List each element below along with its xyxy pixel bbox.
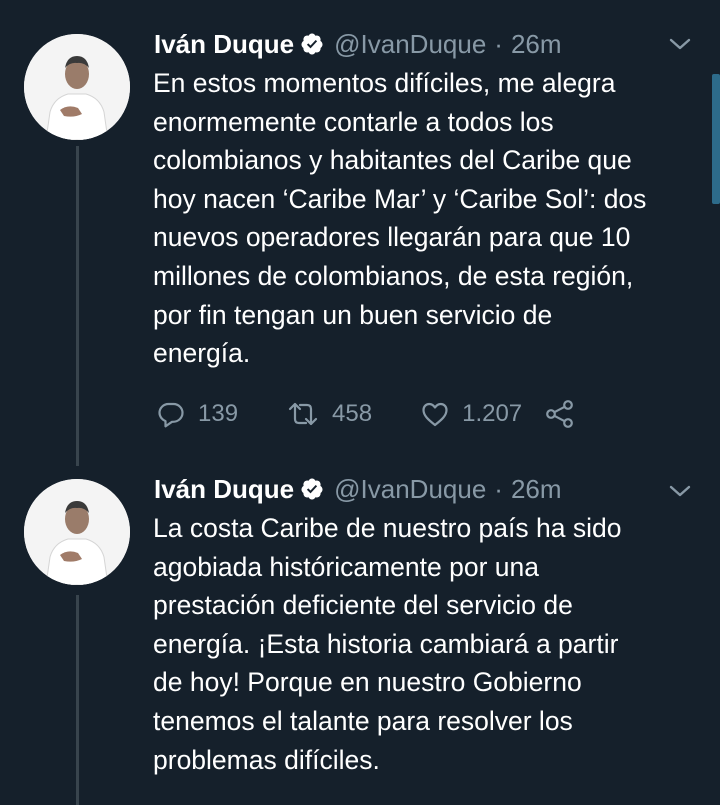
reply-count: 139: [198, 400, 239, 427]
like-button[interactable]: 1.207: [420, 399, 522, 429]
share-icon: [544, 398, 576, 430]
avatar[interactable]: [24, 479, 130, 585]
separator-dot: ·: [494, 28, 503, 59]
scrollbar[interactable]: [712, 74, 720, 204]
author-name[interactable]: Iván Duque: [154, 474, 294, 505]
author-handle[interactable]: @IvanDuque: [334, 29, 486, 60]
retweet-button[interactable]: 458: [286, 399, 372, 429]
tweet[interactable]: Iván Duque @IvanDuque · 26m En estos mom…: [0, 0, 720, 466]
timestamp[interactable]: 26m: [511, 29, 562, 60]
tweet[interactable]: Iván Duque @IvanDuque · 26m La costa Car…: [0, 455, 720, 805]
thread-line: [76, 595, 79, 805]
separator-dot: ·: [494, 473, 503, 504]
chevron-down-icon[interactable]: [666, 30, 694, 58]
share-button[interactable]: [544, 398, 576, 430]
reply-icon: [156, 399, 186, 429]
author-name[interactable]: Iván Duque: [154, 29, 294, 60]
tweet-actions: 139 458 1.207: [156, 396, 576, 432]
avatar-photo-icon: [24, 34, 130, 140]
like-icon: [420, 399, 450, 429]
tweet-text: En estos momentos difíciles, me alegra e…: [153, 68, 647, 369]
thread-line: [76, 146, 79, 466]
avatar[interactable]: [24, 34, 130, 140]
avatar-photo-icon: [24, 479, 130, 585]
timestamp[interactable]: 26m: [511, 474, 562, 505]
tweet-header: Iván Duque @IvanDuque · 26m: [154, 26, 562, 62]
retweet-icon: [286, 399, 320, 429]
verified-badge-icon: [300, 477, 324, 501]
like-count: 1.207: [462, 400, 523, 427]
tweet-text: La costa Caribe de nuestro país ha sido …: [153, 513, 622, 775]
author-handle[interactable]: @IvanDuque: [334, 474, 486, 505]
chevron-down-icon[interactable]: [666, 477, 694, 505]
verified-badge-icon: [300, 32, 324, 56]
tweet-header: Iván Duque @IvanDuque · 26m: [154, 471, 562, 507]
retweet-count: 458: [332, 400, 373, 427]
reply-button[interactable]: 139: [156, 399, 238, 429]
